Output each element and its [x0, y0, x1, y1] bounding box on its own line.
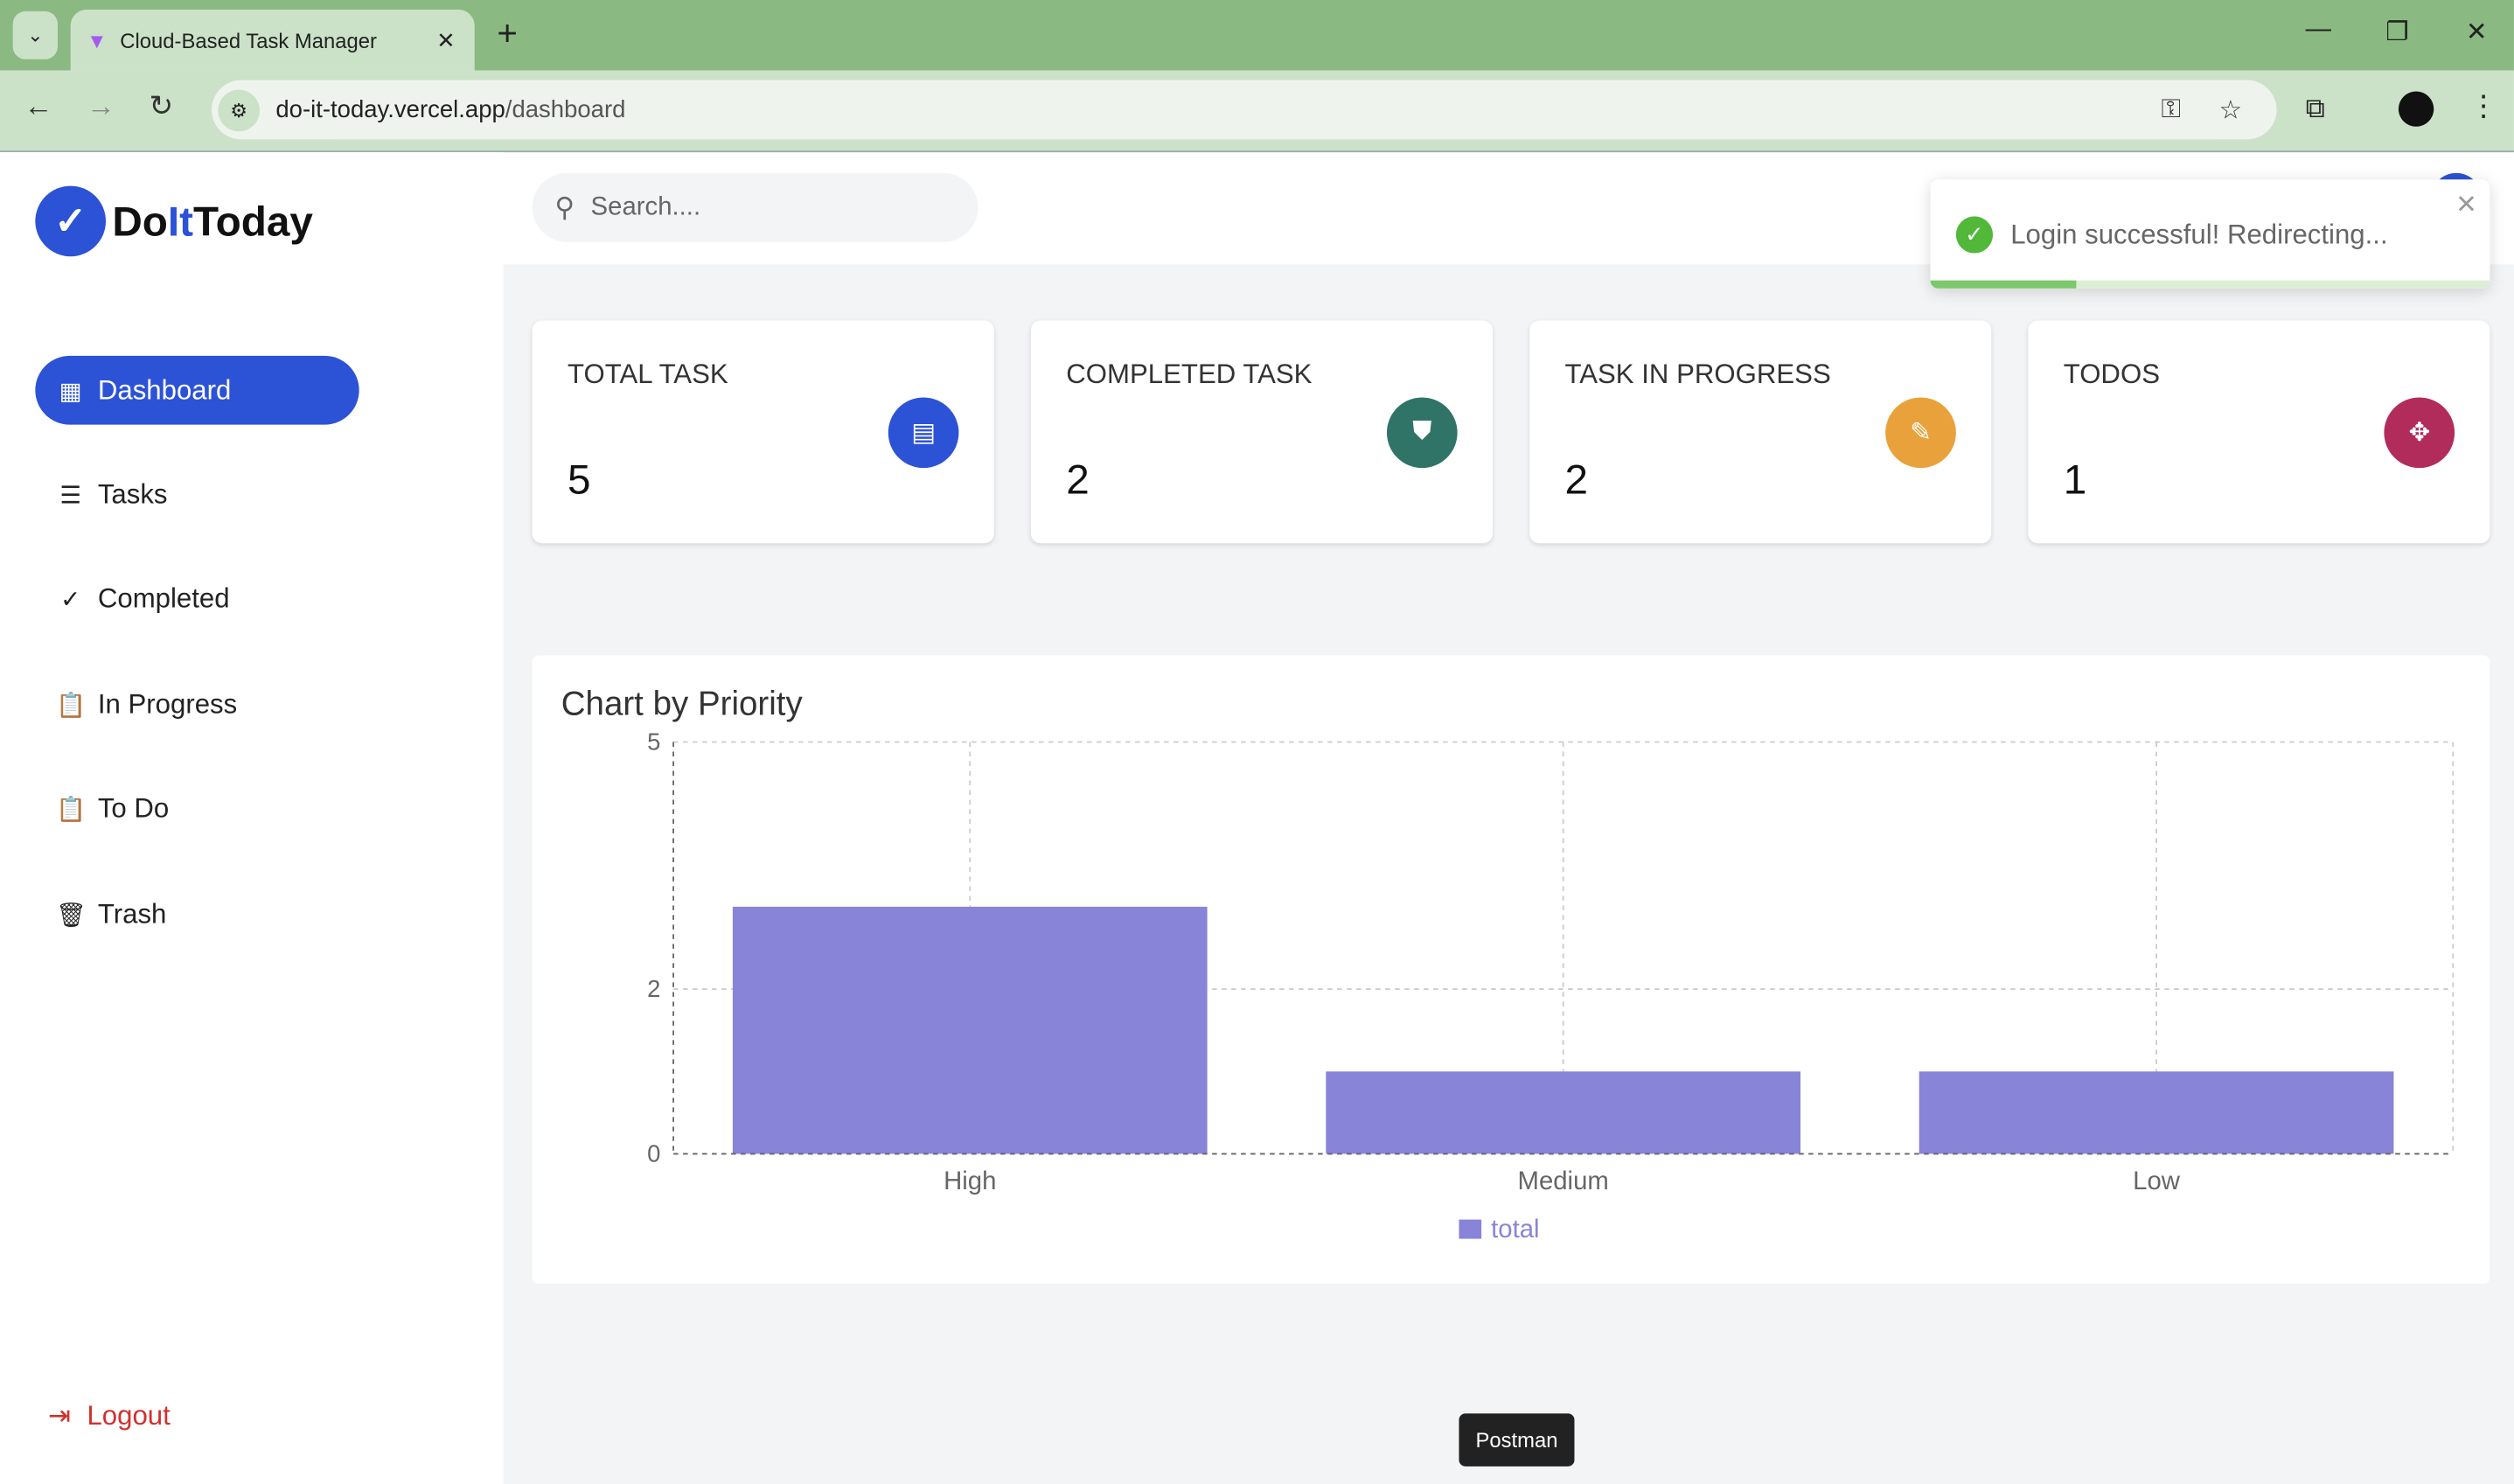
forward-button[interactable]: → [87, 90, 115, 123]
bar-high [732, 906, 1208, 1154]
stat-value: 2 [1564, 455, 1589, 504]
stat-card-in-progress: TASK IN PROGRESS 2 ✎ [1529, 320, 1992, 544]
sidebar-item-tasks[interactable]: ☰ Tasks [35, 460, 359, 529]
x-tick-label: Medium [1518, 1167, 1609, 1195]
stat-value: 1 [2063, 455, 2087, 504]
clipboard-icon: 📋 [56, 795, 87, 824]
menu-icon[interactable]: ⋮ [2469, 90, 2498, 123]
browser-tab[interactable]: ▼ Cloud-Based Task Manager ✕ [70, 9, 475, 71]
sidebar-item-completed[interactable]: ✓ Completed [35, 564, 359, 633]
sidebar-item-label: Dashboard [97, 373, 232, 405]
bar-medium [1326, 1071, 1801, 1154]
url-domain: do-it-today.vercel.app [275, 95, 505, 124]
x-tick-label: Low [2133, 1167, 2181, 1195]
toast-message: Login successful! Redirecting... [2010, 219, 2388, 250]
chart-title: Chart by Priority [561, 686, 803, 723]
close-window-button[interactable]: ✕ [2466, 16, 2488, 48]
url-path: /dashboard [505, 95, 626, 124]
sidebar-item-trash[interactable]: 🗑 Trash [35, 880, 359, 949]
search-icon: ⚲ [554, 191, 575, 222]
check-circle-icon: ✓ [60, 585, 81, 613]
key-icon[interactable]: ⚿ [2162, 95, 2181, 124]
search-input[interactable]: ⚲ Search.... [532, 172, 978, 242]
vite-favicon-icon: ▼ [87, 28, 108, 52]
extensions-icon[interactable]: ⧉ [2306, 93, 2325, 125]
address-bar[interactable]: ⚙ do-it-today.vercel.app/dashboard ⚿ ☆ [212, 80, 2277, 140]
bar-low [1919, 1071, 2394, 1154]
back-button[interactable]: ← [24, 90, 53, 123]
logout-icon: ⇥ [48, 1400, 72, 1432]
y-tick-label: 0 [647, 1140, 660, 1167]
list-alt-icon: ▤ [888, 397, 959, 469]
stat-value: 2 [1066, 455, 1090, 504]
logo-check-icon: ✓ [35, 185, 107, 257]
sidebar-item-in-progress[interactable]: 📋 In Progress [35, 670, 359, 739]
logo-text-accent: It [167, 196, 194, 245]
toast-progress-bar [1930, 280, 2490, 289]
new-tab-button[interactable]: + [497, 13, 518, 55]
sidebar-item-dashboard[interactable]: ▦ Dashboard [35, 355, 359, 425]
priority-bar-chart: 0 2 5 High Medium Low total [647, 729, 2455, 1244]
arrows-collapse-icon: ✥ [2384, 397, 2455, 469]
site-info-icon[interactable]: ⚙ [218, 88, 261, 131]
x-tick-label: High [944, 1167, 996, 1195]
search-placeholder: Search.... [590, 192, 701, 220]
logo-text-suffix: Today [193, 196, 313, 245]
logo-text: Do [112, 196, 168, 245]
toast-notification: ✓ Login successful! Redirecting... ✕ [1930, 179, 2490, 289]
shield-check-icon: ⛊ [1386, 397, 1458, 469]
stat-card-todos: TODOS 1 ✥ [2028, 320, 2490, 544]
restore-button[interactable]: ❐ [2385, 16, 2408, 48]
legend-swatch [1459, 1219, 1482, 1239]
sidebar-item-label: Trash [97, 898, 167, 929]
close-tab-icon[interactable]: ✕ [436, 26, 456, 53]
logo[interactable]: ✓ DoItToday [35, 185, 313, 257]
stat-card-total: TOTAL TASK 5 ▤ [532, 320, 994, 544]
stat-label: TASK IN PROGRESS [1564, 359, 1831, 390]
list-icon: ☰ [59, 481, 81, 509]
toast-progress-fill [1930, 280, 2076, 289]
stat-label: TODOS [2063, 359, 2160, 390]
y-tick-label: 5 [647, 729, 660, 756]
minimize-button[interactable]: — [2306, 16, 2331, 45]
grid-icon: ▦ [59, 377, 82, 405]
sidebar-item-label: Tasks [97, 478, 168, 509]
reload-button[interactable]: ↻ [150, 90, 174, 123]
legend-label: total [1491, 1215, 1539, 1244]
stat-label: TOTAL TASK [568, 359, 728, 390]
logout-button[interactable]: ⇥ Logout [48, 1401, 171, 1433]
sidebar-item-label: Completed [97, 582, 230, 613]
tab-search-button[interactable]: ⌄ [12, 10, 59, 59]
toast-close-icon[interactable]: ✕ [2455, 189, 2477, 221]
taskbar-tooltip: Postman [1459, 1413, 1575, 1467]
clipboard-edit-icon: ✎ [1885, 397, 1956, 469]
tab-title: Cloud-Based Task Manager [120, 28, 377, 52]
stat-label: COMPLETED TASK [1066, 359, 1313, 390]
success-check-icon: ✓ [1955, 216, 1994, 254]
bookmark-star-icon[interactable]: ☆ [2219, 94, 2242, 126]
y-tick-label: 2 [647, 975, 660, 1002]
stat-card-completed: COMPLETED TASK 2 ⛊ [1030, 320, 1493, 544]
sidebar-item-label: In Progress [97, 688, 238, 719]
sidebar-item-todo[interactable]: 📋 To Do [35, 774, 359, 843]
trash-icon: 🗑 [56, 901, 87, 929]
clipboard-icon: 📋 [56, 691, 87, 719]
sidebar-item-label: To Do [97, 792, 170, 824]
profile-avatar[interactable] [2398, 91, 2434, 127]
logout-label: Logout [87, 1400, 171, 1432]
stat-value: 5 [568, 455, 591, 504]
